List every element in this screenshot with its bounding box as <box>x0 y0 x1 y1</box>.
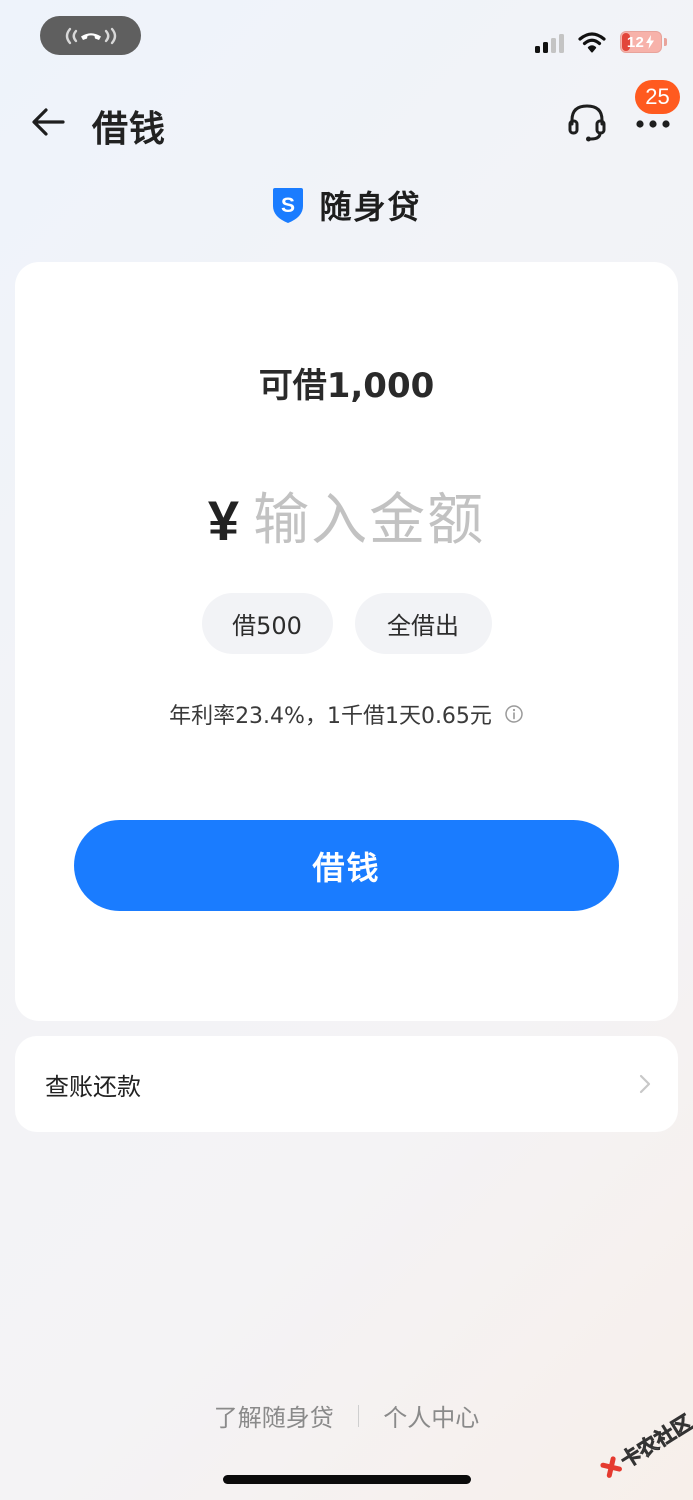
cellular-signal-icon <box>535 31 564 53</box>
borrow-button[interactable]: 借钱 <box>74 820 619 911</box>
logo-letter: S <box>281 194 295 217</box>
watermark-text: 卡农社区 <box>616 1412 693 1473</box>
bill-repayment-row[interactable]: 查账还款 <box>15 1036 678 1132</box>
ongoing-call-indicator[interactable] <box>40 16 141 55</box>
bill-repayment-label: 查账还款 <box>45 1072 141 1101</box>
watermark-logo: 卡农社区 <box>600 1412 693 1478</box>
amount-input[interactable] <box>253 488 486 553</box>
amount-entry: ¥ <box>0 488 693 553</box>
notification-badge: 25 <box>635 80 680 114</box>
customer-service-button[interactable] <box>565 100 609 144</box>
shield-logo-icon: S <box>273 188 304 223</box>
status-indicators: 12 <box>535 28 667 56</box>
arrow-left-icon <box>32 108 65 136</box>
battery-level: 12 <box>626 33 645 51</box>
wifi-icon <box>578 32 606 53</box>
borrow-500-chip[interactable]: 借500 <box>201 593 333 654</box>
footer-divider <box>357 1404 360 1427</box>
charging-bolt-icon <box>646 35 655 49</box>
headset-icon <box>568 104 606 142</box>
currency-symbol: ¥ <box>207 489 240 552</box>
about-product-link[interactable]: 了解随身贷 <box>214 1398 334 1433</box>
phone-call-icon <box>65 27 116 44</box>
product-brand: S 随身贷 <box>0 182 693 228</box>
info-icon[interactable] <box>504 704 524 724</box>
home-indicator[interactable] <box>223 1475 471 1484</box>
more-dots-icon <box>636 120 670 128</box>
brand-name: 随身贷 <box>319 188 422 226</box>
page-title: 借钱 <box>92 109 167 150</box>
personal-center-link[interactable]: 个人中心 <box>383 1398 479 1433</box>
back-button[interactable] <box>28 102 68 142</box>
interest-rate-info: 年利率23.4%，1千借1天0.65元 <box>0 698 693 730</box>
interest-rate-text: 年利率23.4%，1千借1天0.65元 <box>169 704 492 729</box>
borrow-all-chip[interactable]: 全借出 <box>354 593 492 654</box>
quick-amount-options: 借500 全借出 <box>0 593 693 654</box>
battery-icon: 12 <box>620 31 662 53</box>
chevron-right-icon <box>639 1074 651 1094</box>
available-credit: 可借1,000 <box>258 366 435 406</box>
